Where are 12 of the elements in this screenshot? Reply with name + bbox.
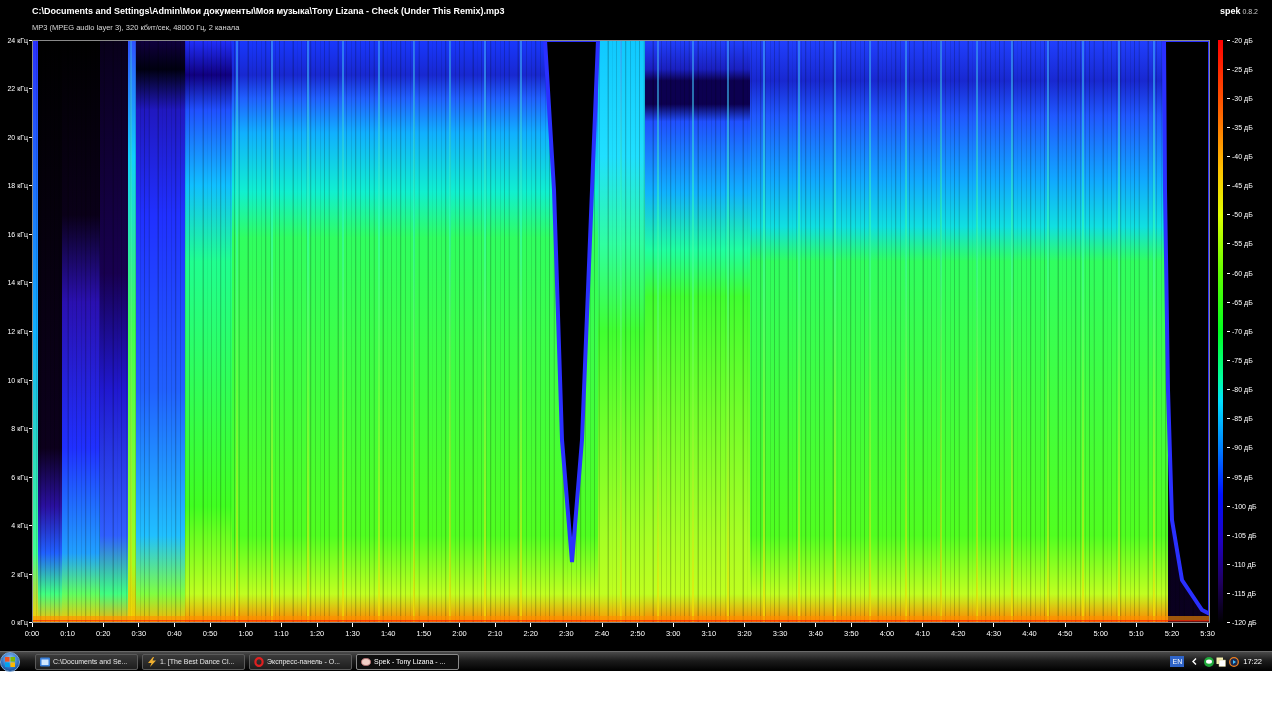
flag-icon bbox=[5, 656, 15, 667]
play-circle-icon[interactable] bbox=[1229, 656, 1240, 667]
window-icon bbox=[40, 656, 50, 667]
ring-icon bbox=[254, 656, 264, 667]
notes-icon[interactable] bbox=[1216, 656, 1227, 667]
start-button[interactable] bbox=[0, 651, 20, 672]
lightning-icon bbox=[147, 656, 157, 667]
window-title: C:\Documents and Settings\Admin\Мои документы\Моя музыка\Tony Lizana - Check (Under This Remix).mp3 bbox=[32, 6, 505, 17]
oval-icon bbox=[361, 657, 371, 666]
app-name: spek bbox=[1219, 6, 1241, 17]
chevron-left-icon[interactable] bbox=[1192, 658, 1198, 665]
chat-bubble-icon[interactable] bbox=[1204, 656, 1215, 667]
